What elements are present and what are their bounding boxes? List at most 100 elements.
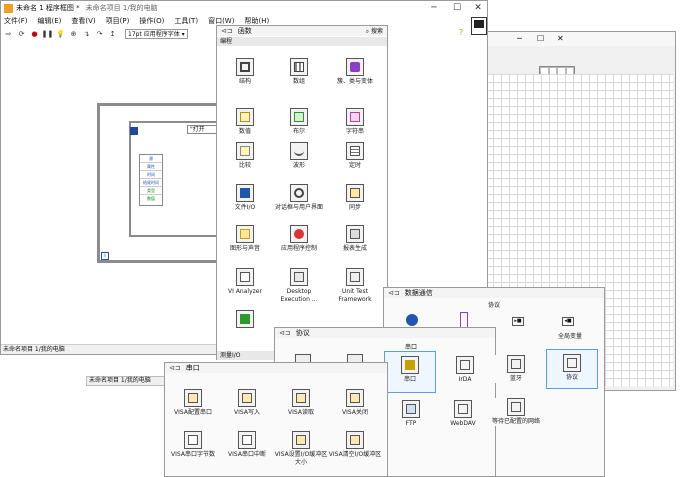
menu-edit[interactable]: 编辑(E) — [38, 16, 62, 27]
palette-item-protocol[interactable]: 协议 — [546, 349, 598, 389]
palette-item-label: 布尔 — [292, 128, 305, 135]
palette-item-boolean[interactable]: 布尔 — [271, 108, 327, 136]
visa-bytes-icon — [184, 431, 202, 449]
palette-item-numeric[interactable]: 数值 — [217, 108, 273, 136]
category-header[interactable]: 编程 — [217, 37, 387, 46]
maximize-icon[interactable]: ☐ — [537, 34, 544, 43]
palette-item-application-control[interactable]: 报表生成 — [327, 225, 383, 253]
front-panel-status-bar: 未命名项目 1/我的电脑 — [86, 376, 166, 386]
error-cluster-terminal[interactable] — [130, 127, 138, 135]
structures-icon — [236, 58, 254, 76]
menu-tools[interactable]: 工具(T) — [174, 16, 198, 27]
palette-item-file-io[interactable]: 文件I/O — [217, 184, 273, 212]
palette-item-irda[interactable]: IrDA — [437, 356, 493, 384]
step-out-icon[interactable]: ↥ — [108, 30, 117, 39]
palette-item-desktop-execution[interactable]: Unit Test Framework — [327, 268, 383, 304]
palette-item-visa-read[interactable]: VISA读取 — [273, 389, 329, 417]
array-icon — [290, 58, 308, 76]
palette-item-visa-serial-break[interactable]: VISA串口中断 — [219, 431, 275, 459]
pin-icon[interactable]: ⊲⊐ — [388, 289, 400, 297]
palette-item-webdav[interactable]: WebDAV — [435, 400, 491, 428]
palette-item-label: Unit Test Framework — [338, 288, 372, 303]
palette-item-visa-flush-buffer[interactable]: VISA清空I/O缓冲区 — [327, 431, 383, 459]
event-data-node[interactable]: 源 属性 时间 结尾时间 类型 数值 — [139, 154, 163, 206]
pin-icon[interactable]: ⊲⊐ — [221, 27, 233, 35]
front-panel-status-text: 未命名项目 1/我的电脑 — [89, 377, 151, 384]
palette-item-timing[interactable]: 定时 — [327, 142, 383, 170]
help-icon[interactable]: ? — [459, 28, 463, 37]
palette-item-label: WebDAV — [450, 420, 476, 427]
palette-item-dialog-ui[interactable]: 同步 — [327, 184, 383, 212]
close-icon[interactable]: ✕ — [465, 1, 491, 15]
data-comm-palette-header[interactable]: ⊲⊐ 数据通信 — [384, 288, 604, 298]
visa-configure-icon — [184, 389, 202, 407]
palette-item-visa-set-buffer[interactable]: VISA设置I/O缓冲区大小 — [273, 431, 329, 467]
labview-app-icon — [4, 3, 13, 13]
network-stream-icon[interactable] — [460, 312, 468, 328]
palette-item-structures[interactable]: 结构 — [217, 58, 273, 86]
pin-icon[interactable]: ⊲⊐ — [279, 329, 291, 337]
numeric-icon — [236, 108, 254, 126]
palette-item-label: 报表生成 — [342, 245, 367, 252]
search-button[interactable]: ⌕ 搜索 — [366, 26, 383, 36]
menu-operate[interactable]: 操作(O) — [139, 16, 164, 27]
palette-item-timing-2[interactable]: 对话框与用户界面 — [271, 184, 327, 212]
visa-close-icon — [346, 389, 364, 407]
vi-icon[interactable] — [471, 17, 487, 35]
highlight-execution-icon[interactable]: 💡 — [56, 30, 65, 39]
shared-var-node-icon[interactable]: ▸■ — [512, 317, 524, 326]
palette-item-label: VISA设置I/O缓冲区大小 — [274, 451, 328, 466]
menu-project[interactable]: 项目(P) — [106, 16, 130, 27]
palette-item-synchronization[interactable]: 图形与声音 — [217, 225, 273, 253]
palette-item-visa-close[interactable]: VISA关闭 — [327, 389, 383, 417]
palette-item-visa-write[interactable]: VISA写入 — [219, 389, 275, 417]
font-select[interactable]: 17pt 应用程序字体 ▾ — [125, 29, 188, 39]
palette-item-wait-network[interactable]: 等待已配置的网络 — [488, 398, 544, 426]
boolean-icon — [290, 108, 308, 126]
pause-icon[interactable]: ❚❚ — [42, 30, 54, 39]
menu-view[interactable]: 查看(V) — [71, 16, 95, 27]
retain-wire-icon[interactable]: ⊕ — [69, 30, 78, 39]
step-over-icon[interactable]: ↷ — [95, 30, 104, 39]
iteration-terminal[interactable]: i — [101, 252, 109, 260]
shared-variable-icon[interactable] — [406, 314, 418, 326]
palette-item-visa-bytes-at-port[interactable]: VISA串口字节数 — [165, 431, 221, 459]
palette-item-label: 数组 — [292, 78, 305, 85]
string-icon — [346, 108, 364, 126]
data-comm-palette-title: 数据通信 — [404, 289, 433, 297]
functions-palette-title: 函数 — [237, 27, 252, 35]
search-label: 搜索 — [370, 28, 383, 35]
global-var-icon[interactable]: ◂■ — [562, 317, 574, 326]
palette-item-vi-analyzer[interactable]: Desktop Execution ... — [271, 268, 327, 304]
palette-item-bluetooth-visible[interactable]: 蓝牙 — [488, 355, 544, 383]
serial-palette-header[interactable]: ⊲⊐ 串口 — [165, 363, 387, 373]
run-continuous-icon[interactable]: ⟳ — [17, 30, 26, 39]
palette-item-comparison[interactable]: 比较 — [217, 142, 273, 170]
run-arrow-icon[interactable]: ⇨ — [4, 30, 13, 39]
abort-icon[interactable]: ● — [30, 30, 39, 39]
palette-item-graphics-sound[interactable]: 应用程序控制 — [271, 225, 327, 253]
close-icon[interactable]: ✕ — [557, 34, 564, 43]
palette-item-string[interactable]: 字符串 — [327, 108, 383, 136]
palette-item-waveform[interactable]: 波形 — [271, 142, 327, 170]
palette-item-visa-configure-serial[interactable]: VISA配置串口 — [165, 389, 221, 417]
font-select-value: 17pt 应用程序字体 — [128, 31, 180, 38]
palette-item-array[interactable]: 数组 — [271, 58, 327, 86]
protocol-palette-header[interactable]: ⊲⊐ 协议 — [275, 328, 495, 338]
minimize-icon[interactable]: ─ — [517, 34, 522, 43]
palette-item-cluster-class-variant[interactable]: 簇、类与变体 — [327, 58, 383, 86]
pin-icon[interactable]: ⊲⊐ — [169, 364, 181, 372]
palette-item-ftp[interactable]: FTP — [383, 400, 439, 428]
unit-test-icon — [236, 310, 254, 328]
palette-item-serial[interactable]: 串口 — [384, 351, 436, 393]
step-into-icon[interactable]: ↴ — [82, 30, 91, 39]
front-panel-titlebar[interactable] — [481, 32, 675, 46]
palette-item-report-generation[interactable]: VI Analyzer — [217, 268, 273, 296]
menu-file[interactable]: 文件(F) — [4, 16, 28, 27]
functions-palette-header[interactable]: ⊲⊐ 函数 ⌕ 搜索 — [217, 26, 387, 36]
titlebar[interactable]: 未命名 1 程序框图 * 未命名项目 1/我的电脑 — [1, 1, 487, 15]
palette-item-label: 对话框与用户界面 — [274, 204, 323, 211]
palette-item-global-variable[interactable]: 全局变量 — [542, 333, 598, 341]
palette-item-label: VISA写入 — [234, 409, 260, 416]
palette-item-unit-test[interactable] — [217, 310, 273, 330]
